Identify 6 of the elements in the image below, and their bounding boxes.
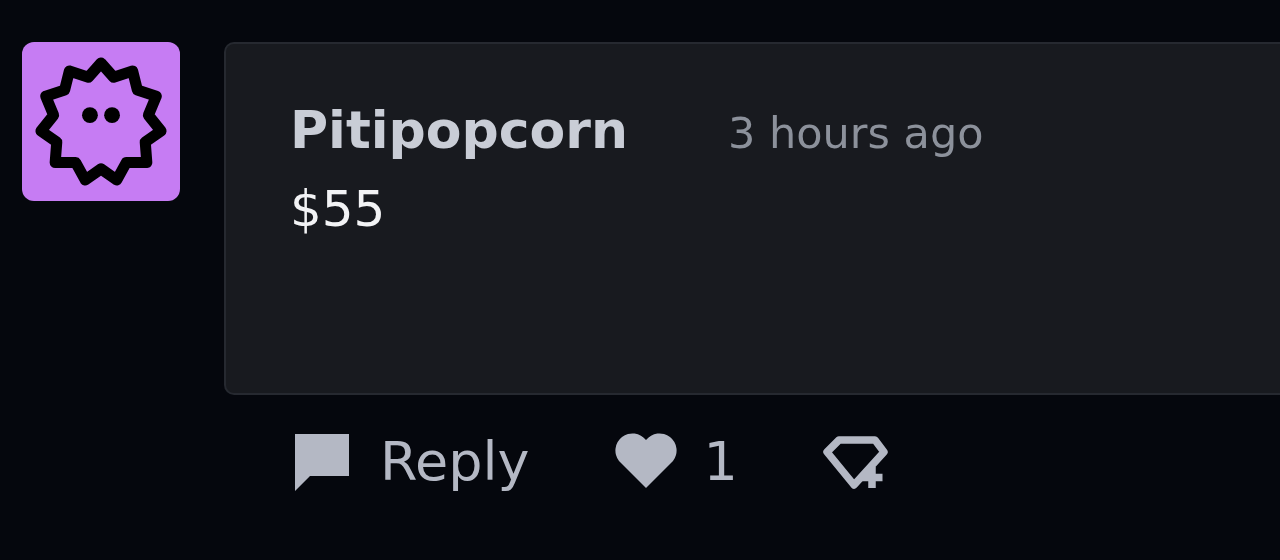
comment-text: $55 [290, 180, 387, 238]
author-name: Pitipopcorn [290, 100, 628, 160]
like-button[interactable]: 1 [609, 425, 738, 497]
avatar-icon [22, 42, 180, 201]
reply-button[interactable]: Reply [286, 425, 530, 497]
comment-time: 3 hours ago [728, 108, 984, 158]
